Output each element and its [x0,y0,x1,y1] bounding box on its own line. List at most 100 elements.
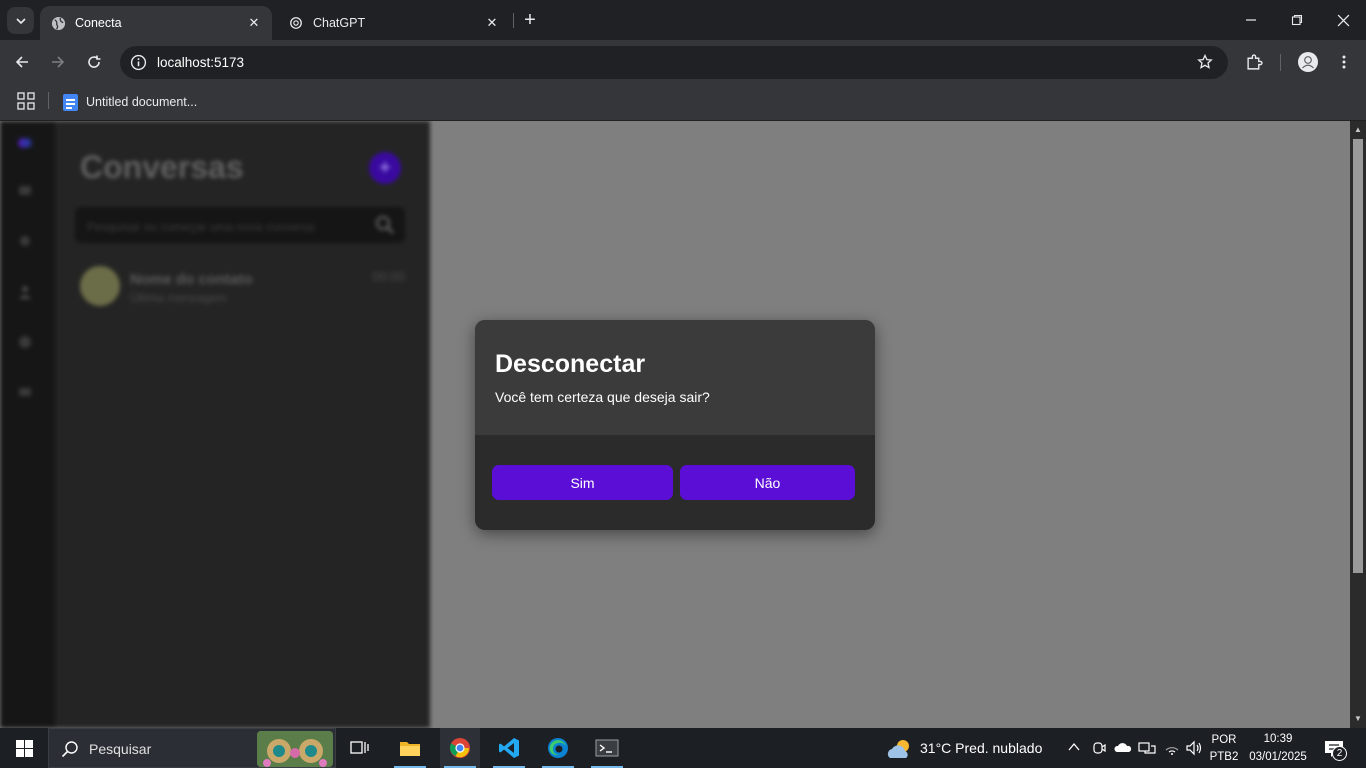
scroll-up-arrow-icon[interactable]: ▲ [1354,126,1362,134]
google-docs-icon [63,93,78,111]
contact-last-message: Última mensagem [130,291,227,305]
logo-icon [18,138,32,148]
tab-conecta[interactable]: Conecta ✕ [40,6,272,40]
tab-chatgpt[interactable]: ChatGPT ✕ [278,6,510,40]
terminal-icon [595,739,619,757]
minimize-icon [1246,19,1256,21]
vscode-icon [499,738,519,758]
close-icon[interactable]: ✕ [484,15,500,31]
windows-taskbar: Pesquisar 31°C Pred. nublado POR PTB2 10… [0,728,1366,768]
globe-icon [50,15,66,31]
forward-button[interactable] [44,48,72,76]
new-conversation-button[interactable]: + [369,152,401,184]
url-text: localhost:5173 [157,55,245,70]
reload-button[interactable] [80,48,108,76]
status-icon[interactable] [17,233,33,249]
avatar [80,266,120,306]
chevron-down-icon [15,17,26,24]
restore-icon [1291,14,1303,26]
panel-title: Conversas [80,149,244,185]
profile-button[interactable] [1294,48,1322,76]
bookmark-star-icon[interactable] [1196,53,1214,71]
tab-title: Conecta [75,16,122,30]
minimize-button[interactable] [1228,0,1274,40]
arrow-left-icon [15,56,28,68]
dialog-title: Desconectar [495,350,646,378]
nav-rail [0,121,55,728]
search-placeholder: Pesquisar ou começar uma nova conversa [87,220,315,234]
weather-text[interactable]: 31°C Pred. nublado [920,740,1042,756]
dialog-message: Você tem certeza que deseja sair? [495,389,710,405]
taskbar-search-box[interactable]: Pesquisar [48,728,336,768]
browser-tab-bar: Conecta ✕ ChatGPT ✕ + [0,0,1366,40]
bookmark-separator [48,92,49,109]
close-window-button[interactable] [1320,0,1366,40]
weather-cloud-sun-icon[interactable] [886,738,914,760]
task-view-button[interactable] [340,728,380,768]
close-icon [1337,14,1349,26]
scrollbar-thumb[interactable] [1353,139,1363,573]
chrome-icon [449,738,470,758]
reload-icon [88,55,101,68]
conversation-search-input[interactable]: Pesquisar ou começar uma nova conversa [75,207,405,243]
chatgpt-icon [288,15,304,31]
app-background: Conversas + Pesquisar ou começar uma nov… [0,121,430,728]
terminal-button[interactable] [587,728,627,768]
search-icon [61,741,78,758]
logout-dialog: Desconectar Você tem certeza que deseja … [475,320,875,530]
logout-icon[interactable] [17,384,33,400]
close-icon[interactable]: ✕ [246,15,262,31]
browser-menu-button[interactable] [1330,48,1358,76]
onedrive-icon[interactable] [1114,741,1132,753]
folder-icon [400,742,420,756]
chat-icon[interactable] [17,183,33,199]
volume-icon[interactable] [1185,740,1203,756]
chrome-button[interactable] [440,728,480,768]
cancel-button[interactable]: Não [680,465,855,500]
new-tab-button[interactable]: + [519,9,541,31]
back-button[interactable] [8,48,36,76]
apps-grid-icon[interactable] [17,92,35,110]
bookmark-untitled-document[interactable]: Untitled document... [63,91,197,113]
restore-button[interactable] [1274,0,1320,40]
notification-count-badge: 2 [1332,746,1347,761]
taskbar-search-placeholder: Pesquisar [89,741,152,757]
wifi-icon[interactable] [1164,740,1180,756]
clock-date[interactable]: 03/01/2025 [1246,751,1310,763]
contact-list-item[interactable]: Nome do contato Última mensagem 00:00 [80,266,405,311]
notification-center-button[interactable]: 2 [1320,737,1350,761]
input-language[interactable]: POR [1208,734,1240,746]
start-button[interactable] [0,728,48,768]
task-view-icon [350,741,369,754]
clock-time[interactable]: 10:39 [1246,733,1310,745]
tab-search-button[interactable] [7,7,34,34]
confirm-button[interactable]: Sim [492,465,673,500]
file-explorer-button[interactable] [390,728,430,768]
conversations-panel: Conversas + Pesquisar ou começar uma nov… [55,121,430,728]
page-viewport: Conversas + Pesquisar ou começar uma nov… [0,121,1350,728]
keyboard-layout[interactable]: PTB2 [1208,751,1240,763]
meet-now-icon[interactable] [1092,740,1106,756]
network-icon[interactable] [1138,740,1156,756]
edge-button[interactable] [538,728,578,768]
settings-icon[interactable] [17,334,33,350]
browser-toolbar: localhost:5173 [0,40,1366,84]
address-bar[interactable]: localhost:5173 [120,46,1228,79]
toolbar-separator [1280,54,1281,71]
windows-logo-icon [15,739,33,757]
tab-title: ChatGPT [313,16,366,30]
bookmarks-bar: Untitled document... [0,84,1366,121]
scroll-down-arrow-icon[interactable]: ▼ [1354,715,1362,723]
page-scrollbar[interactable]: ▲ ▼ [1350,121,1366,728]
kebab-menu-icon [1342,55,1346,69]
chevron-up-icon[interactable] [1068,742,1080,752]
contact-name: Nome do contato [130,271,253,288]
bookmark-label: Untitled document... [86,95,198,109]
site-info-icon[interactable] [128,52,148,72]
vscode-button[interactable] [489,728,529,768]
tab-separator [513,13,514,28]
puzzle-icon [1246,53,1263,70]
extensions-button[interactable] [1240,48,1268,76]
user-icon[interactable] [17,284,33,300]
arrow-right-icon [52,56,65,68]
